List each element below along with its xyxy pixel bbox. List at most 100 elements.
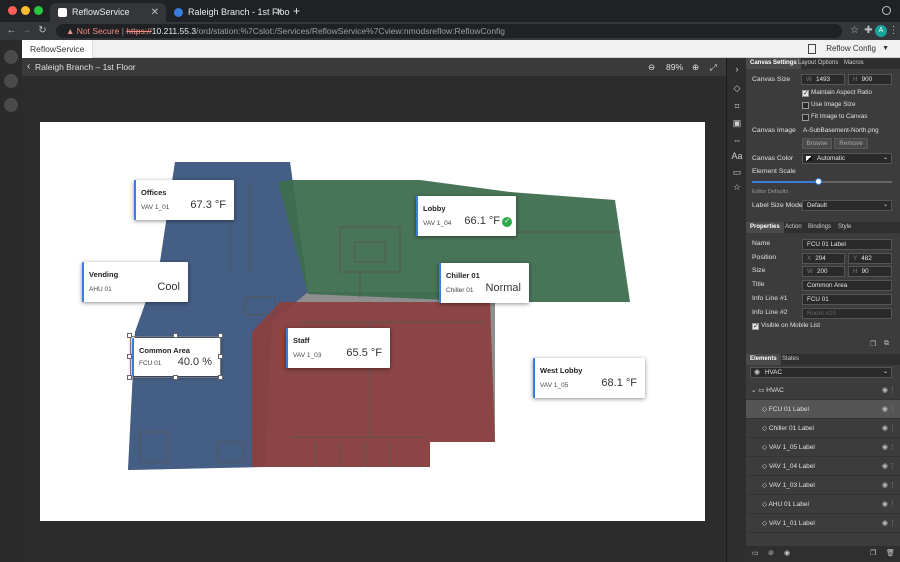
zone-card-offices[interactable]: Offices VAV 1_01 67.3 °F <box>134 180 234 220</box>
eye-icon[interactable]: ◉ <box>882 438 888 457</box>
tab-bindings[interactable]: Bindings <box>804 222 835 233</box>
info-line-1-field[interactable]: FCU 01 <box>802 294 892 305</box>
forward-arrow-icon[interactable]: → <box>20 24 33 38</box>
size-w-field[interactable]: W 200 <box>802 266 845 277</box>
profile-avatar[interactable]: A <box>875 25 887 37</box>
text-icon[interactable]: Aa <box>731 150 743 162</box>
search-icon[interactable] <box>4 74 18 88</box>
resize-handle[interactable] <box>127 333 132 338</box>
canvas-color-select[interactable]: Automatic ⌄ <box>802 153 892 164</box>
position-x-field[interactable]: X 204 <box>802 253 845 264</box>
paste-icon[interactable]: ⧉ <box>884 340 889 348</box>
kebab-menu-icon[interactable]: ⋮ <box>887 24 900 38</box>
browser-menu-icon[interactable] <box>882 6 891 15</box>
crop-icon[interactable]: ⌗ <box>731 100 743 112</box>
eye-icon[interactable]: ◉ <box>882 476 888 495</box>
label-size-mode-select[interactable]: Default ⌄ <box>802 200 892 211</box>
maximize-window-dot[interactable] <box>34 6 43 15</box>
zone-card-west-lobby[interactable]: West Lobby VAV 1_05 68.1 °F <box>533 358 645 398</box>
hide-icon[interactable]: ⊘ <box>768 549 774 557</box>
drag-grip-icon[interactable]: ⋮ <box>889 457 896 476</box>
element-scale-handle[interactable] <box>814 178 822 185</box>
copy-icon[interactable]: ❐ <box>870 340 876 348</box>
element-scale-track[interactable] <box>752 178 892 185</box>
resize-handle[interactable] <box>218 354 223 359</box>
browser-tab-raleigh[interactable]: Raleigh Branch - 1st Floor - W ✕ <box>166 3 290 22</box>
resize-handle[interactable] <box>127 354 132 359</box>
title-field[interactable]: Common Area <box>802 280 892 291</box>
visible-mobile-checkbox[interactable] <box>752 322 759 330</box>
drag-grip-icon[interactable]: ⋮ <box>889 495 896 514</box>
eye-icon[interactable]: ◉ <box>784 549 790 557</box>
eye-icon[interactable]: ◉ <box>882 457 888 476</box>
tab-action[interactable]: Action <box>781 222 806 233</box>
close-window-dot[interactable] <box>8 6 17 15</box>
add-folder-icon[interactable]: ▭ <box>752 549 759 557</box>
tab-macros[interactable]: Macros <box>840 58 868 69</box>
app-tab[interactable]: ReflowService <box>22 40 94 58</box>
eye-icon[interactable]: ◉ <box>882 400 888 419</box>
drag-grip-icon[interactable]: ⋮ <box>889 400 896 419</box>
tree-item-chiller-01[interactable]: ◇ Chiller 01 Label ◉ ⋮ <box>746 419 900 438</box>
zone-card-lobby[interactable]: Lobby VAV 1_04 66.1 °F ✓ <box>416 196 516 236</box>
zone-card-staff[interactable]: Staff VAV 1_03 65.5 °F <box>286 328 390 368</box>
canvas-width-field[interactable]: W 1493 <box>801 74 845 85</box>
back-arrow-icon[interactable]: ← <box>5 24 18 38</box>
resize-handle[interactable] <box>218 333 223 338</box>
trash-icon[interactable]: 🗑 <box>886 549 895 557</box>
tree-item-fcu-01[interactable]: ◇ FCU 01 Label ◉ ⋮ <box>746 400 900 419</box>
bookmark-star-icon[interactable]: ☆ <box>848 24 861 38</box>
canvas-paper[interactable]: Offices VAV 1_01 67.3 °F Lobby VAV 1_04 … <box>40 122 705 521</box>
elements-root-select[interactable]: ◉ HVAC ⌄ <box>750 367 892 378</box>
breadcrumb[interactable]: Raleigh Branch – 1st Floor <box>35 58 136 76</box>
extensions-puzzle-icon[interactable]: ✚ <box>862 24 875 38</box>
drag-grip-icon[interactable]: ⋮ <box>889 438 896 457</box>
drag-grip-icon[interactable]: ⋮ <box>889 514 896 533</box>
tree-item-vav-1-01[interactable]: ◇ VAV 1_01 Label ◉ ⋮ <box>746 514 900 533</box>
tree-item-ahu-01[interactable]: ◇ AHU 01 Label ◉ ⋮ <box>746 495 900 514</box>
zoom-out-icon[interactable]: ⊖ <box>648 58 655 76</box>
tab-elements[interactable]: Elements <box>746 354 781 365</box>
tree-item-vav-1-03[interactable]: ◇ VAV 1_03 Label ◉ ⋮ <box>746 476 900 495</box>
url-field[interactable]: ▲ Not Secure | https://10.211.55.3/ord/s… <box>56 24 842 38</box>
tree-item-vav-1-04[interactable]: ◇ VAV 1_04 Label ◉ ⋮ <box>746 457 900 476</box>
drag-grip-icon[interactable]: ⋮ <box>889 381 896 400</box>
eye-icon[interactable]: ◉ <box>882 514 888 533</box>
resize-handle[interactable] <box>173 333 178 338</box>
view-select[interactable]: Reflow Config ▼ <box>802 42 892 56</box>
close-tab-icon[interactable]: ✕ <box>275 3 283 22</box>
duplicate-icon[interactable]: ❐ <box>870 549 876 557</box>
tab-canvas-settings[interactable]: Canvas Settings <box>746 58 801 69</box>
info-line-2-field[interactable]: Room #20 <box>802 308 892 319</box>
tree-item-vav-1-05[interactable]: ◇ VAV 1_05 Label ◉ ⋮ <box>746 438 900 457</box>
tab-states[interactable]: States <box>778 354 803 365</box>
browse-button[interactable]: Browse <box>802 138 832 149</box>
tab-style[interactable]: Style <box>834 222 855 233</box>
close-tab-icon[interactable]: ✕ <box>151 3 159 22</box>
tab-properties[interactable]: Properties <box>746 222 784 233</box>
resize-handle[interactable] <box>173 375 178 380</box>
new-tab-button[interactable]: + <box>293 4 300 18</box>
apps-icon[interactable] <box>4 98 18 112</box>
tree-item-hvac-folder[interactable]: ⌄ ▭ HVAC ◉ ⋮ <box>746 381 900 400</box>
chevron-left-icon[interactable]: ‹ <box>27 58 30 76</box>
size-h-field[interactable]: H 90 <box>848 266 892 277</box>
fit-screen-icon[interactable]: ⤢ <box>710 58 717 76</box>
use-image-size-checkbox[interactable] <box>802 102 809 109</box>
zone-card-chiller[interactable]: Chiller 01 Chiller 01 Normal <box>439 263 529 303</box>
fit-image-checkbox[interactable] <box>802 114 809 121</box>
rectangle-icon[interactable]: ▭ <box>731 166 743 178</box>
drag-grip-icon[interactable]: ⋮ <box>889 476 896 495</box>
chevron-right-icon[interactable]: › <box>731 63 743 75</box>
remove-button[interactable]: Remove <box>834 138 868 149</box>
maintain-aspect-checkbox[interactable] <box>802 89 809 97</box>
minimize-window-dot[interactable] <box>21 6 30 15</box>
resize-handle[interactable] <box>218 375 223 380</box>
home-icon[interactable] <box>4 50 18 64</box>
zoom-in-icon[interactable]: ⊕ <box>692 58 699 76</box>
tab-layout-options[interactable]: Layout Options <box>794 58 842 69</box>
drag-grip-icon[interactable]: ⋮ <box>889 419 896 438</box>
zone-card-vending[interactable]: Vending AHU 01 Cool <box>82 262 188 302</box>
eye-icon[interactable]: ◉ <box>882 381 888 400</box>
tag-icon[interactable]: ◇ <box>731 82 743 94</box>
